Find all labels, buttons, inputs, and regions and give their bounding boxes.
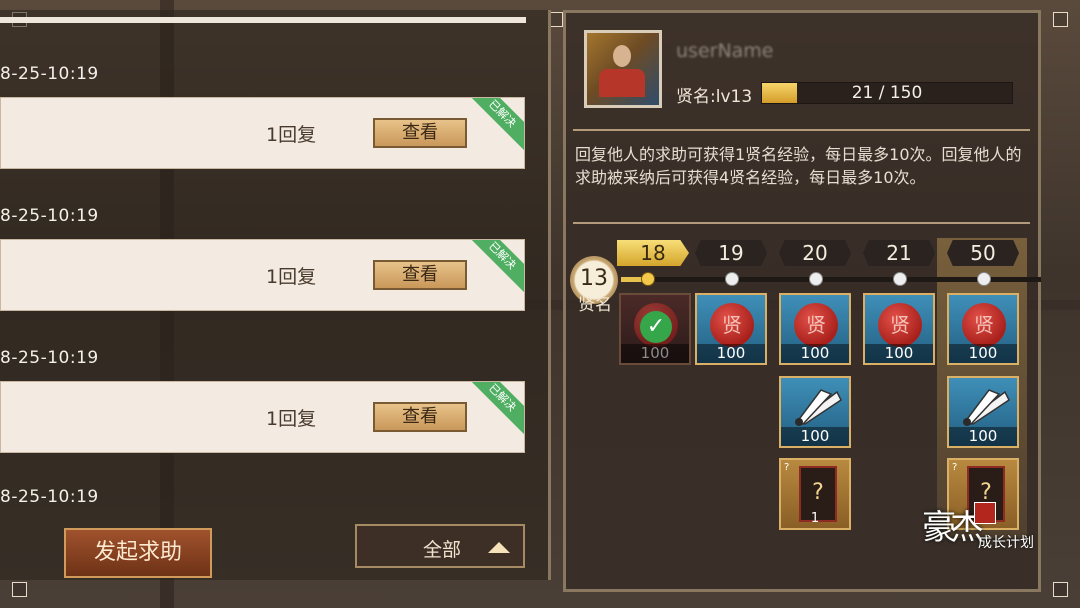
reward-mystery-card[interactable]: ? ? 1 (779, 458, 851, 530)
frame-corner-top-right (1053, 12, 1068, 27)
logo-main: 豪杰 (922, 508, 984, 548)
reward-fame-seal-claimed[interactable]: 贤 ✓ 100 (619, 293, 691, 365)
request-date: 8-25-10:19 (0, 487, 99, 502)
exp-progress-bar: 21 / 150 (761, 82, 1013, 104)
request-date: 8-25-10:19 (0, 64, 99, 84)
filter-dropdown[interactable]: 全部 (355, 524, 525, 568)
reward-feather-fan[interactable]: 100 (779, 376, 851, 448)
view-button[interactable]: 查看 (373, 260, 467, 290)
seal-icon: 贤 (878, 303, 922, 347)
avatar[interactable] (584, 30, 662, 108)
seal-icon: 贤 (962, 303, 1006, 347)
current-fame-label: 贤名 (578, 295, 612, 315)
game-logo: 豪杰 成长计划 (922, 496, 1042, 576)
avatar-armor (599, 69, 645, 97)
reward-fame-seal[interactable]: 贤 100 (779, 293, 851, 365)
start-help-button[interactable]: 发起求助 (64, 528, 212, 578)
list-clip: 8-25-10:19 (0, 482, 526, 502)
reward-count: 100 (781, 344, 849, 363)
resolved-ribbon: 已解决 (459, 240, 524, 299)
request-date: 8-25-10:19 (0, 206, 99, 226)
divider (573, 222, 1030, 224)
reward-count: 100 (865, 344, 933, 363)
list-top-divider (0, 17, 526, 23)
card-corner-mark: ? (952, 462, 958, 473)
reward-fame-seal[interactable]: 贤 100 (863, 293, 935, 365)
reward-count: 100 (949, 427, 1017, 446)
reward-count: 100 (697, 344, 765, 363)
seal-icon: 贤 (710, 303, 754, 347)
logo-sub: 成长计划 (978, 535, 1034, 551)
request-row[interactable]: 1回复 查看 已解决 (0, 97, 525, 169)
feather-fan-icon (795, 389, 842, 426)
request-row[interactable]: 1回复 查看 已解决 (0, 381, 525, 453)
frame-corner-bottom-left (12, 582, 27, 597)
username: userName (676, 40, 774, 62)
fame-description: 回复他人的求助可获得1贤名经验，每日最多10次。回复他人的求助被采纳后可获得4贤… (575, 145, 1022, 187)
level-badge-21: 21 (863, 240, 935, 266)
resolved-ribbon: 已解决 (459, 98, 524, 157)
reward-count: 100 (781, 427, 849, 446)
level-dot (893, 272, 907, 286)
level-dot (809, 272, 823, 286)
reward-fame-seal[interactable]: 贤 100 (695, 293, 767, 365)
filter-label: 全部 (423, 539, 462, 561)
reward-fame-seal[interactable]: 贤 100 (947, 293, 1019, 365)
check-icon: ✓ (640, 311, 672, 343)
frame-corner-bottom-right (1053, 582, 1068, 597)
chevron-up-icon (488, 542, 510, 553)
level-badge-50: 50 (947, 240, 1019, 266)
resolved-ribbon: 已解决 (459, 382, 524, 441)
level-dot-current (641, 272, 655, 286)
reply-count: 1回复 (266, 408, 317, 430)
level-badge-18: 18 (617, 240, 689, 266)
card-corner-mark: ? (784, 462, 790, 473)
fame-level-label: 贤名:lv13 (676, 87, 753, 107)
exp-progress-text: 21 / 150 (851, 83, 923, 103)
reward-feather-fan[interactable]: 100 (947, 376, 1019, 448)
level-badge-19: 19 (695, 240, 767, 266)
divider (573, 129, 1030, 131)
view-button[interactable]: 查看 (373, 118, 467, 148)
level-dot (977, 272, 991, 286)
request-date: 8-25-10:19 (0, 348, 99, 368)
level-badge-20: 20 (779, 240, 851, 266)
avatar-face (613, 45, 631, 67)
request-row[interactable]: 1回复 查看 已解决 (0, 239, 525, 311)
reward-count: 100 (621, 344, 689, 363)
reward-count: 1 (810, 511, 820, 526)
logo-seal-icon (974, 502, 996, 524)
reward-count: 100 (949, 344, 1017, 363)
reply-count: 1回复 (266, 266, 317, 288)
seal-icon: 贤 (794, 303, 838, 347)
view-button[interactable]: 查看 (373, 402, 467, 432)
feather-fan-icon (963, 389, 1010, 426)
reply-count: 1回复 (266, 124, 317, 146)
level-dot (725, 272, 739, 286)
